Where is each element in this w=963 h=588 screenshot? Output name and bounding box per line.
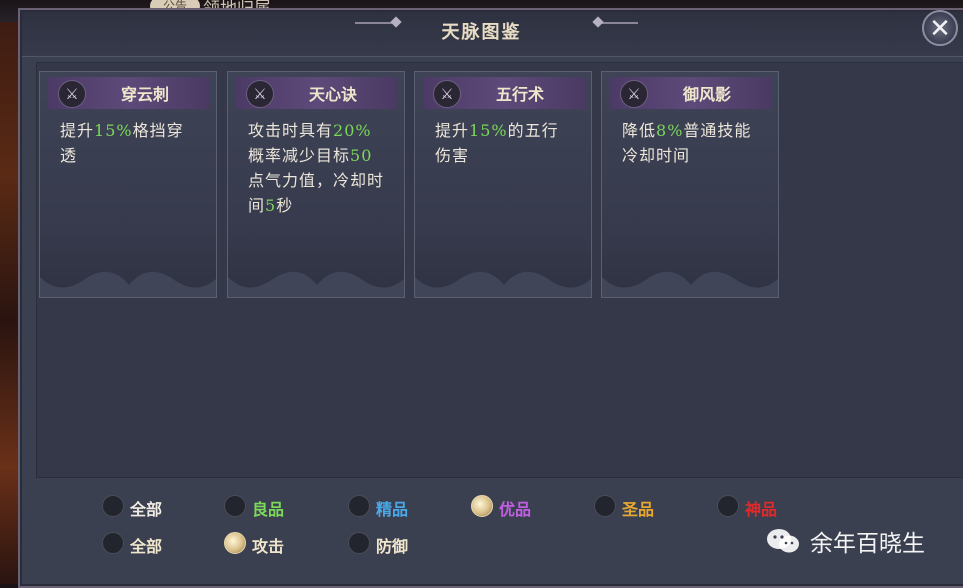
filter-label: 神品 [745, 500, 778, 519]
filter-option[interactable]: 全部 [102, 530, 202, 558]
card-title: 五行术 [495, 85, 544, 104]
description-text: 攻击时具有 [248, 121, 334, 140]
radio-button[interactable] [348, 495, 370, 517]
filter-label: 防御 [376, 537, 409, 556]
highlight-value: 5 [265, 196, 277, 215]
radio-button[interactable] [102, 495, 124, 517]
crossed-swords-icon: ⚔ [620, 80, 648, 108]
close-button[interactable]: ✕ [922, 10, 958, 46]
window-title: 天脉图鉴 [441, 22, 522, 43]
skill-card[interactable]: ⚔ 穿云刺提升15%格挡穿透 [39, 71, 217, 298]
crossed-swords-icon: ⚔ [246, 80, 274, 108]
quality-filter-row: 全部 良品 精品 优品 圣品 神品 [0, 493, 963, 523]
skill-card[interactable]: ⚔ 御风影降低8%普通技能冷却时间 [601, 71, 779, 298]
highlight-value: 15% [469, 121, 508, 140]
radio-button[interactable] [224, 495, 246, 517]
crossed-swords-icon: ⚔ [433, 80, 461, 108]
filter-label: 精品 [376, 500, 409, 519]
card-description: 提升15%的五行伤害 [435, 118, 575, 168]
radio-button[interactable] [594, 495, 616, 517]
description-text: 提升 [60, 121, 95, 140]
description-text: 降低 [622, 121, 657, 140]
filter-label: 良品 [252, 500, 285, 519]
card-title: 天心诀 [308, 85, 357, 104]
radio-button[interactable] [471, 495, 493, 517]
card-wave-ornament [228, 271, 404, 297]
filter-label: 优品 [499, 500, 532, 519]
card-description: 提升15%格挡穿透 [60, 118, 200, 168]
skill-card[interactable]: ⚔ 五行术提升15%的五行伤害 [414, 71, 592, 298]
filter-option[interactable]: 圣品 [594, 493, 694, 521]
card-title: 御风影 [682, 85, 731, 104]
description-text: 秒 [276, 196, 294, 215]
filter-option[interactable]: 防御 [348, 530, 448, 558]
radio-button[interactable] [102, 532, 124, 554]
filter-option[interactable]: 神品 [717, 493, 817, 521]
filter-option[interactable]: 优品 [471, 493, 571, 521]
description-text: 概率减少目标 [248, 146, 351, 165]
filter-option[interactable]: 精品 [348, 493, 448, 521]
highlight-value: 8% [656, 121, 684, 140]
card-description: 降低8%普通技能冷却时间 [622, 118, 762, 168]
filter-label: 全部 [130, 500, 163, 519]
card-wave-ornament [40, 271, 216, 297]
card-wave-ornament [415, 271, 591, 297]
highlight-value: 20% [333, 121, 372, 140]
crossed-swords-icon: ⚔ [58, 80, 86, 108]
card-description: 攻击时具有20%概率减少目标50点气力值，冷却时间5秒 [248, 118, 388, 218]
filter-label: 全部 [130, 537, 163, 556]
card-wave-ornament [602, 271, 778, 297]
filter-label: 攻击 [252, 537, 285, 556]
skill-card[interactable]: ⚔ 天心诀 攻击时具有20%概率减少目标50点气力值，冷却时间5秒 [227, 71, 405, 298]
filter-option[interactable]: 良品 [224, 493, 324, 521]
radio-button[interactable] [224, 532, 246, 554]
filter-option[interactable]: 攻击 [224, 530, 324, 558]
highlight-value: 50 [350, 146, 373, 165]
description-text: 提升 [435, 121, 470, 140]
radio-button[interactable] [717, 495, 739, 517]
filter-option[interactable]: 全部 [102, 493, 202, 521]
radio-button[interactable] [348, 532, 370, 554]
wechat-icon [767, 529, 799, 553]
watermark-text: 余年百晓生 [810, 531, 925, 557]
card-title: 穿云刺 [120, 85, 169, 104]
filter-label: 圣品 [622, 500, 655, 519]
highlight-value: 15% [94, 121, 133, 140]
